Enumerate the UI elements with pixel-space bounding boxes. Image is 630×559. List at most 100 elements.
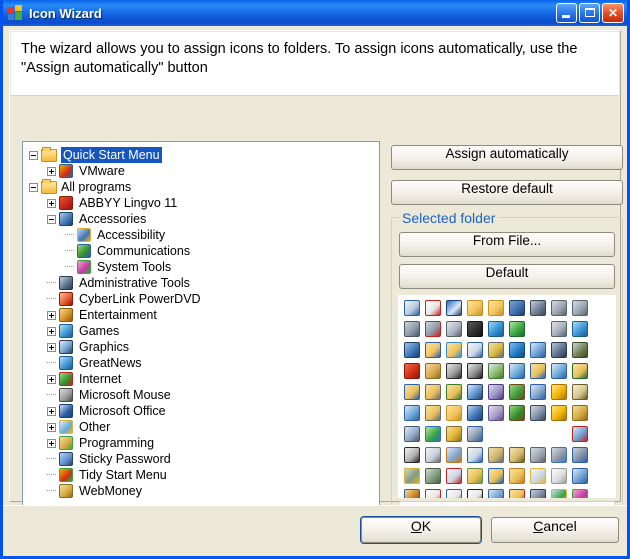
icon-cell[interactable]	[570, 361, 591, 382]
tree-item[interactable]: Entertainment	[23, 307, 379, 323]
icon-cell[interactable]	[507, 487, 528, 498]
icon-cell[interactable]	[528, 319, 549, 340]
icon-cell[interactable]	[402, 445, 423, 466]
icon-cell[interactable]	[549, 445, 570, 466]
icon-cell[interactable]	[402, 340, 423, 361]
icon-cell[interactable]	[402, 466, 423, 487]
collapse-icon[interactable]	[47, 214, 56, 224]
tree-item[interactable]: Internet	[23, 371, 379, 387]
icon-cell[interactable]	[528, 361, 549, 382]
cancel-button[interactable]: Cancel	[491, 517, 619, 543]
icon-cell[interactable]	[486, 445, 507, 466]
icon-cell[interactable]	[444, 361, 465, 382]
icon-cell[interactable]	[444, 382, 465, 403]
icon-cell[interactable]	[444, 319, 465, 340]
close-button[interactable]: ✕	[602, 3, 624, 23]
icon-cell[interactable]	[549, 382, 570, 403]
icon-cell[interactable]	[465, 319, 486, 340]
icon-cell[interactable]	[570, 319, 591, 340]
folder-tree-panel[interactable]: Quick Start Menu VMware All programs ABBYY …	[22, 141, 380, 525]
icon-cell[interactable]	[465, 424, 486, 445]
icon-cell[interactable]	[528, 403, 549, 424]
tree-item[interactable]: Graphics	[23, 339, 379, 355]
title-bar[interactable]: Icon Wizard ✕	[3, 0, 627, 26]
icon-cell[interactable]	[570, 445, 591, 466]
icon-cell[interactable]	[465, 361, 486, 382]
expand-icon[interactable]	[47, 438, 56, 448]
icon-cell[interactable]	[465, 403, 486, 424]
icon-cell[interactable]	[402, 424, 423, 445]
tree-item[interactable]: System Tools	[23, 259, 379, 275]
icon-cell[interactable]	[423, 340, 444, 361]
icon-cell[interactable]	[549, 361, 570, 382]
icon-cell[interactable]	[444, 445, 465, 466]
icon-cell[interactable]	[465, 298, 486, 319]
icon-cell[interactable]	[423, 466, 444, 487]
tree-item[interactable]: Communications	[23, 243, 379, 259]
icon-cell[interactable]	[402, 298, 423, 319]
icon-cell[interactable]	[570, 382, 591, 403]
icon-cell[interactable]	[570, 403, 591, 424]
icon-cell[interactable]	[570, 466, 591, 487]
icon-cell[interactable]	[507, 319, 528, 340]
icon-cell[interactable]	[444, 466, 465, 487]
default-icon-button[interactable]: Default	[399, 264, 615, 289]
icon-cell[interactable]	[465, 487, 486, 498]
icon-cell[interactable]	[402, 403, 423, 424]
ok-button[interactable]: OK	[361, 517, 481, 543]
expand-icon[interactable]	[47, 374, 56, 384]
tree-item[interactable]: WebMoney	[23, 483, 379, 499]
collapse-icon[interactable]	[29, 182, 38, 192]
expand-icon[interactable]	[47, 422, 56, 432]
tree-item[interactable]: Tidy Start Menu	[23, 467, 379, 483]
icon-cell[interactable]	[465, 466, 486, 487]
tree-item[interactable]: Programming	[23, 435, 379, 451]
tree-item[interactable]: Administrative Tools	[23, 275, 379, 291]
icon-cell[interactable]	[423, 445, 444, 466]
icon-cell[interactable]	[528, 445, 549, 466]
icon-cell[interactable]	[423, 361, 444, 382]
icon-cell[interactable]	[444, 424, 465, 445]
icon-cell[interactable]	[570, 340, 591, 361]
icon-cell[interactable]	[486, 382, 507, 403]
icon-cell[interactable]	[486, 319, 507, 340]
icon-cell[interactable]	[465, 382, 486, 403]
icon-chooser-panel[interactable]	[398, 295, 616, 498]
icon-cell[interactable]	[423, 424, 444, 445]
tree-item[interactable]: VMware	[23, 163, 379, 179]
icon-cell[interactable]	[549, 466, 570, 487]
icon-cell[interactable]	[486, 403, 507, 424]
icon-cell[interactable]	[444, 340, 465, 361]
icon-cell[interactable]	[528, 382, 549, 403]
icon-cell[interactable]	[423, 487, 444, 498]
expand-icon[interactable]	[47, 310, 56, 320]
icon-cell[interactable]	[507, 298, 528, 319]
icon-cell[interactable]	[507, 382, 528, 403]
icon-cell[interactable]	[507, 340, 528, 361]
icon-cell[interactable]	[486, 466, 507, 487]
icon-cell[interactable]	[528, 466, 549, 487]
expand-icon[interactable]	[47, 166, 56, 176]
icon-cell[interactable]	[444, 487, 465, 498]
tree-item[interactable]: Accessories	[23, 211, 379, 227]
maximize-button[interactable]	[579, 3, 600, 23]
expand-icon[interactable]	[47, 406, 56, 416]
tree-item[interactable]: Microsoft Office	[23, 403, 379, 419]
icon-cell[interactable]	[402, 382, 423, 403]
expand-icon[interactable]	[47, 326, 56, 336]
icon-cell[interactable]	[570, 298, 591, 319]
icon-cell[interactable]	[423, 319, 444, 340]
icon-cell[interactable]	[507, 361, 528, 382]
icon-cell[interactable]	[486, 361, 507, 382]
icon-cell[interactable]	[402, 319, 423, 340]
tree-item[interactable]: Sticky Password	[23, 451, 379, 467]
icon-cell[interactable]	[549, 487, 570, 498]
icon-cell[interactable]	[570, 424, 591, 445]
icon-cell[interactable]	[528, 298, 549, 319]
assign-automatically-button[interactable]: Assign automatically	[391, 145, 623, 170]
tree-item[interactable]: Games	[23, 323, 379, 339]
icon-cell[interactable]	[486, 298, 507, 319]
tree-item[interactable]: Other	[23, 419, 379, 435]
icon-cell[interactable]	[423, 403, 444, 424]
icon-cell[interactable]	[444, 403, 465, 424]
